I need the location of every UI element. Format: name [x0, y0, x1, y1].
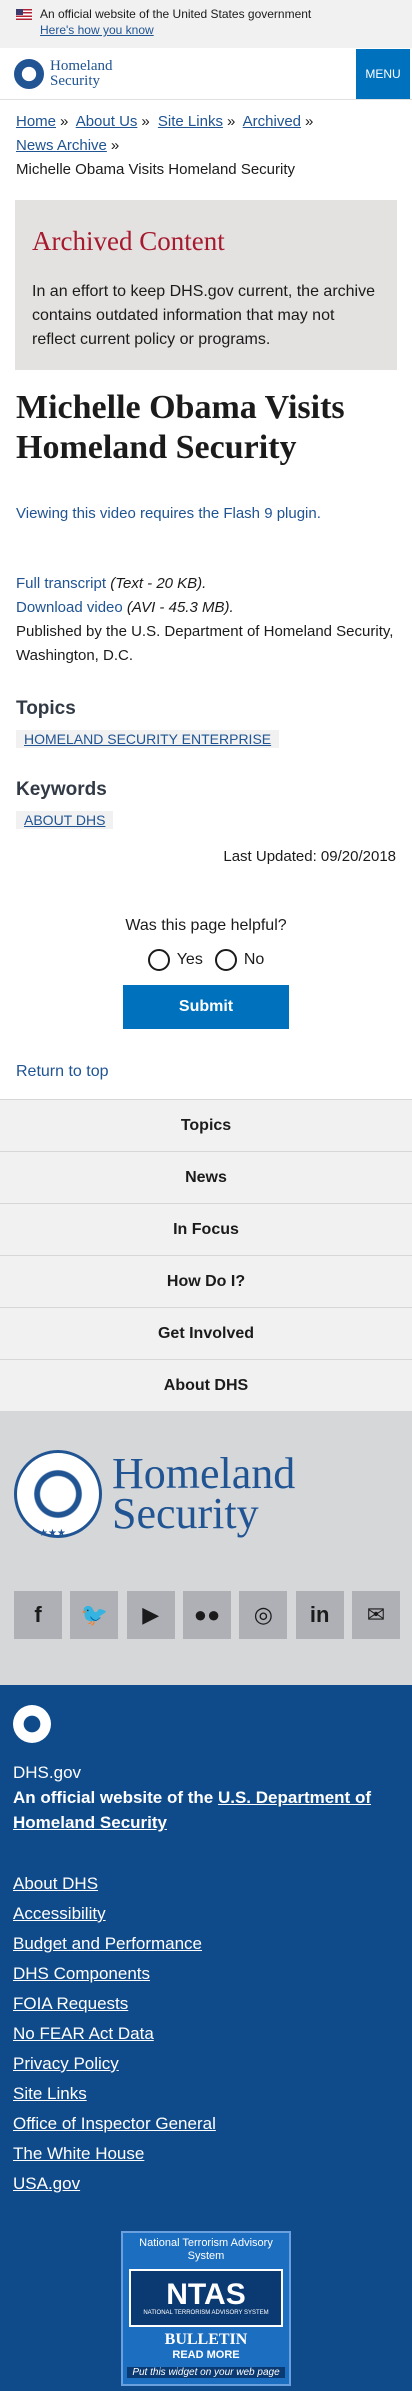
official-website-text: An official website of the U.S. Departme… [13, 1788, 371, 1832]
keywords-label: Keywords [16, 779, 107, 800]
footer-site-name: DHS.gov [13, 1763, 82, 1782]
ntas-small: NATIONAL TERRORISM ADVISORY SYSTEM [143, 2310, 269, 2316]
ntas-big: NTAS [166, 2278, 246, 2311]
file-links: Full transcript (Text - 20 KB). Download… [16, 572, 396, 668]
ntas-read-more[interactable]: READ MORE [127, 2349, 285, 2361]
footer-nav: Topics News In Focus How Do I? Get Invol… [0, 1099, 412, 1411]
logo-line1: Homeland [50, 57, 113, 74]
breadcrumb-about[interactable]: About Us [76, 113, 138, 130]
footer-nav-in-focus[interactable]: In Focus [0, 1203, 412, 1255]
footer-link-usa-gov[interactable]: USA.gov [13, 2169, 399, 2199]
breadcrumb-current: Michelle Obama Visits Homeland Security [16, 161, 296, 178]
video-meta: (AVI - 45.3 MB). [126, 599, 234, 616]
archived-text: In an effort to keep DHS.gov current, th… [32, 283, 375, 348]
menu-button[interactable]: MENU [356, 48, 410, 99]
footer-nav-news[interactable]: News [0, 1151, 412, 1203]
breadcrumb: Home» About Us» Site Links» Archived» Ne… [16, 113, 314, 178]
no-radio[interactable] [214, 949, 237, 971]
footer-link-components[interactable]: DHS Components [13, 1959, 399, 1989]
topic-tag[interactable]: HOMELAND SECURITY ENTERPRISE [16, 730, 280, 748]
topics-label: Topics [16, 698, 76, 719]
heres-how-link[interactable]: Here's how you know [40, 23, 154, 37]
gov-banner: An official website of the United States… [0, 0, 412, 48]
last-updated: Last Updated: 09/20/2018 [223, 848, 396, 865]
feedback-form: Was this page helpful? Yes No Submit [0, 917, 412, 1029]
footer-link-foia[interactable]: FOIA Requests [13, 1989, 399, 2019]
footer-nav-topics[interactable]: Topics [0, 1099, 412, 1151]
instagram-icon[interactable]: ◎ [239, 1591, 288, 1639]
ntas-widget-link[interactable]: Put this widget on your web page [127, 2367, 285, 2378]
footer-nav-get-involved[interactable]: Get Involved [0, 1307, 412, 1359]
footer-link-site-links[interactable]: Site Links [13, 2079, 399, 2109]
footer-link-budget[interactable]: Budget and Performance [13, 1929, 399, 1959]
footer-link-accessibility[interactable]: Accessibility [13, 1899, 399, 1929]
us-flag-icon [16, 8, 32, 20]
feedback-question: Was this page helpful? [125, 917, 287, 934]
dhs-seal-icon [14, 58, 44, 89]
footer-link-privacy[interactable]: Privacy Policy [13, 2049, 399, 2079]
dhs-seal-large-icon [14, 1450, 102, 1539]
flash-plugin-link[interactable]: Viewing this video requires the Flash 9 … [16, 502, 396, 526]
footer-nav-how-do-i[interactable]: How Do I? [0, 1255, 412, 1307]
email-icon[interactable]: ✉ [351, 1591, 400, 1639]
archived-title: Archived Content [32, 226, 225, 256]
download-video-link[interactable]: Download video [16, 599, 123, 616]
footer-logo[interactable]: Homeland Security [0, 1411, 412, 1577]
transcript-meta: (Text - 20 KB). [110, 575, 207, 592]
main-content: Viewing this video requires the Flash 9 … [0, 502, 412, 668]
linkedin-icon[interactable]: in [295, 1591, 344, 1639]
site-logo[interactable]: Homeland Security [14, 57, 113, 89]
gov-banner-text: An official website of the United States… [40, 7, 312, 21]
ntas-badge: NTAS NATIONAL TERRORISM ADVISORY SYSTEM [129, 2269, 283, 2327]
flickr-icon[interactable]: ●● [182, 1591, 231, 1639]
blue-footer: DHS.gov An official website of the U.S. … [0, 1685, 412, 2391]
dhs-seal-white-icon [13, 1705, 51, 1743]
twitter-icon[interactable]: 🐦 [70, 1591, 119, 1639]
breadcrumb-archived[interactable]: Archived [243, 113, 301, 130]
yes-radio[interactable] [147, 949, 170, 971]
breadcrumb-site-links[interactable]: Site Links [158, 113, 223, 130]
submit-button[interactable]: Submit [123, 985, 289, 1029]
footer-link-about-dhs[interactable]: About DHS [13, 1869, 399, 1899]
footer-logo-line2: Security [112, 1489, 259, 1538]
footer-nav-about-dhs[interactable]: About DHS [0, 1359, 412, 1411]
footer-link-white-house[interactable]: The White House [13, 2139, 399, 2169]
facebook-icon[interactable]: f [14, 1591, 62, 1639]
ntas-widget[interactable]: National Terrorism Advisory System NTAS … [121, 2231, 291, 2386]
ntas-bulletin: BULLETIN [164, 2331, 248, 2348]
breadcrumb-home[interactable]: Home [16, 113, 56, 130]
yes-label: Yes [176, 951, 203, 968]
youtube-icon[interactable]: ▶ [126, 1591, 175, 1639]
logo-line2: Security [50, 72, 100, 89]
page-title: Michelle Obama Visits Homeland Security [16, 389, 345, 466]
social-links: f 🐦 ▶ ●● ◎ in ✉ [0, 1577, 412, 1685]
published-by: Published by the U.S. Department of Home… [16, 623, 394, 664]
site-header: Homeland Security MENU [0, 48, 412, 100]
archived-notice: Archived Content In an effort to keep DH… [15, 200, 397, 370]
keyword-tag[interactable]: ABOUT DHS [16, 811, 114, 829]
footer-logo-line1: Homeland [112, 1449, 296, 1498]
full-transcript-link[interactable]: Full transcript [16, 575, 106, 592]
footer-links: About DHS Accessibility Budget and Perfo… [13, 1869, 399, 2199]
return-to-top-link[interactable]: Return to top [16, 1063, 412, 1081]
footer-link-no-fear[interactable]: No FEAR Act Data [13, 2019, 399, 2049]
breadcrumb-news-archive[interactable]: News Archive [16, 137, 107, 154]
footer-link-oig[interactable]: Office of Inspector General [13, 2109, 399, 2139]
ntas-title: National Terrorism Advisory System [139, 2237, 273, 2262]
no-label: No [243, 951, 265, 968]
